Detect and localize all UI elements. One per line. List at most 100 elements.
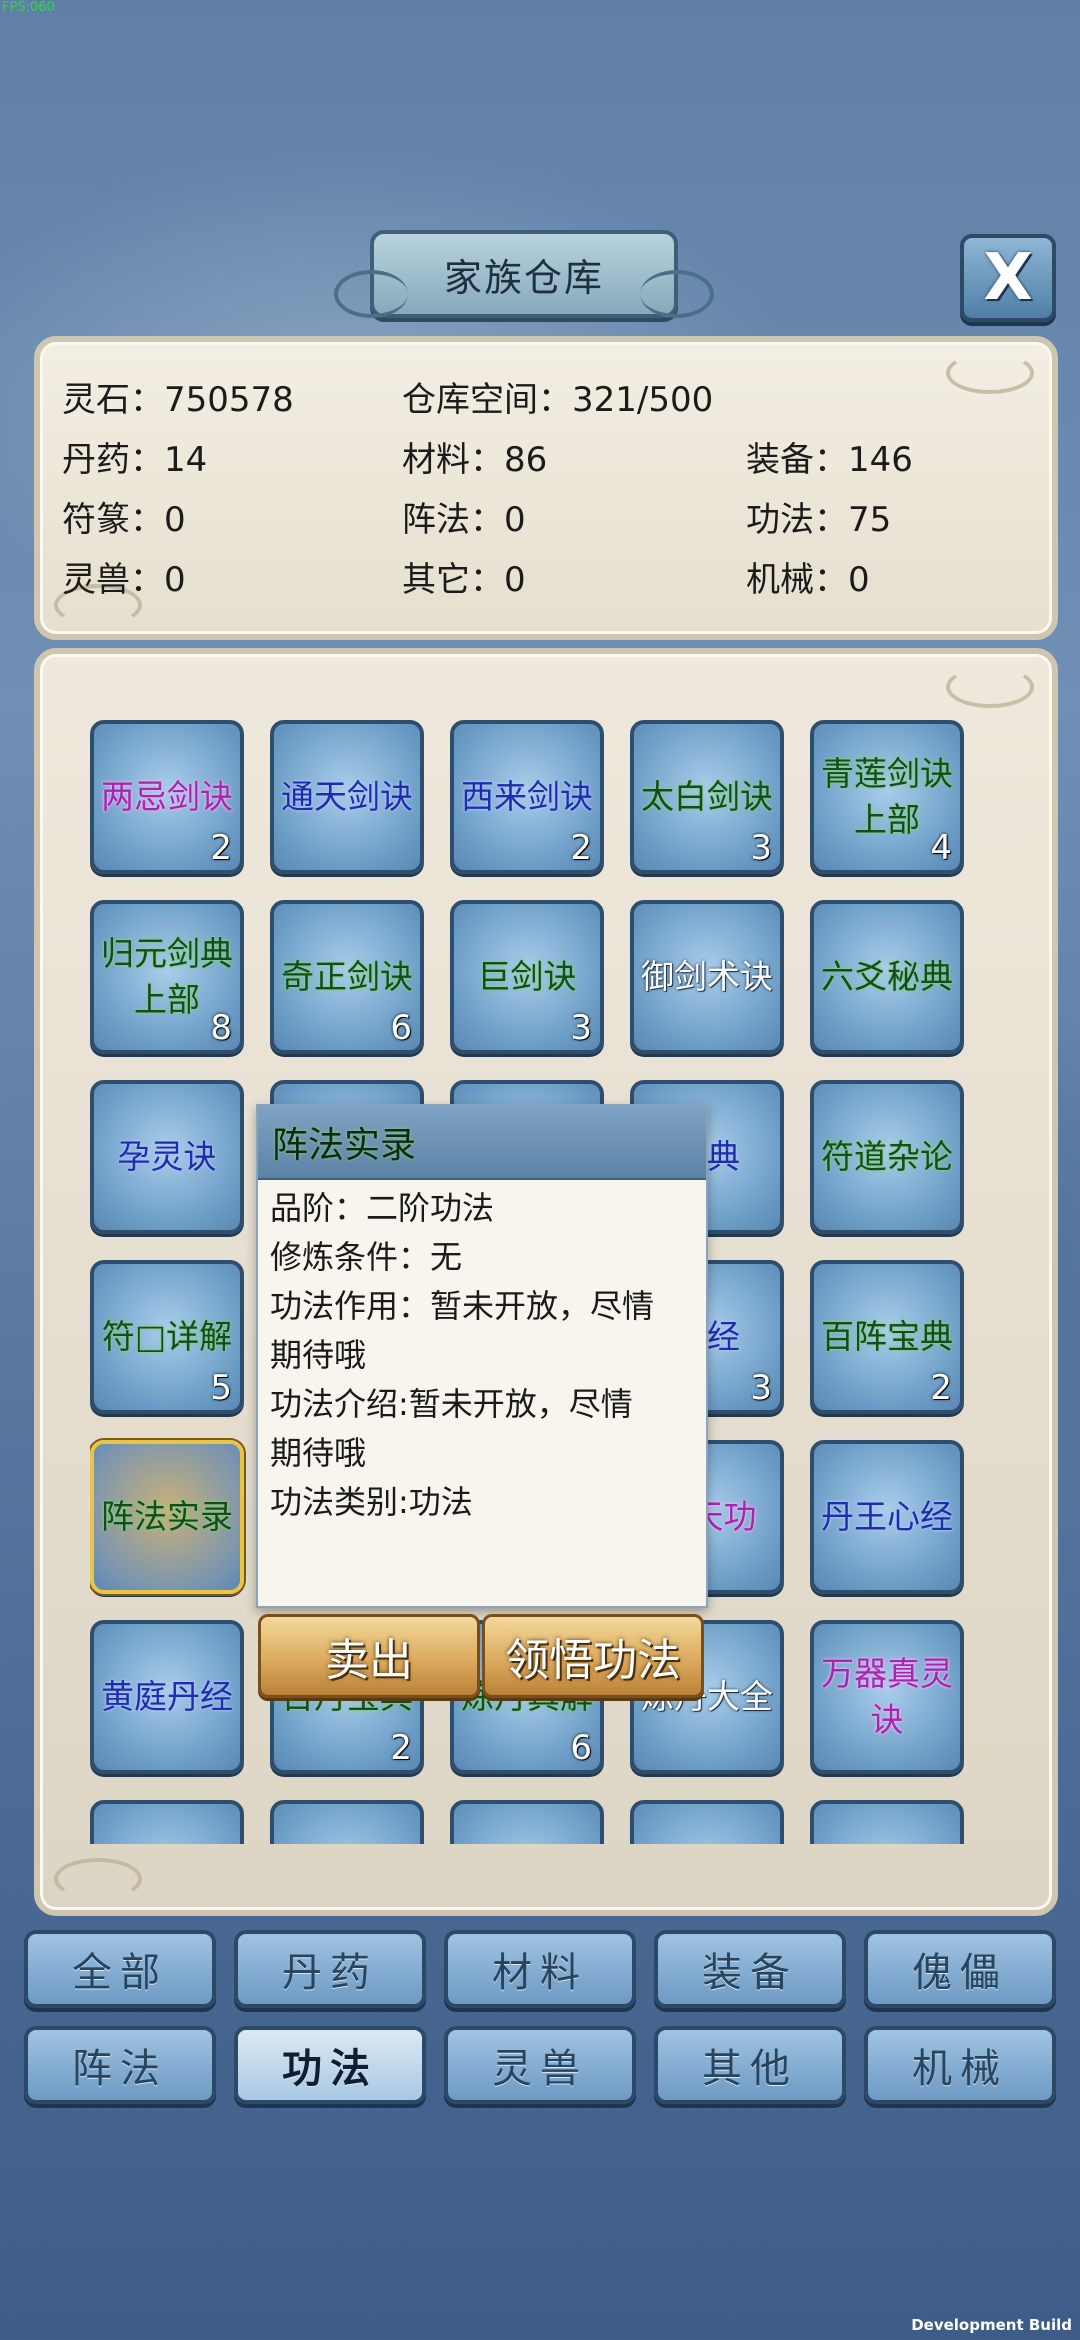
tooltip-requirement: 修炼条件：无 (270, 1238, 463, 1276)
category-tab-label: 机械 (912, 2046, 1008, 2092)
category-tab[interactable]: 丹药 (234, 1930, 426, 2008)
item-quantity: 6 (390, 1008, 412, 1048)
item-slot[interactable]: 奇正剑诀 6 (270, 900, 424, 1054)
learn-skill-button[interactable]: 领悟功法 (482, 1614, 704, 1698)
tooltip-title: 阵法实录 (272, 1125, 417, 1166)
tooltip-intro: 功法介绍:暂未开放，尽情 (270, 1385, 633, 1423)
item-quantity: 5 (210, 1368, 232, 1408)
item-slot[interactable]: 百阵宝典 2 (810, 1260, 964, 1414)
cloud-ornament-right (640, 270, 714, 318)
item-quantity: 3 (750, 1368, 772, 1408)
stat-zhenfa: 阵法：0 (402, 500, 526, 540)
category-tab-label: 材料 (492, 1950, 588, 1996)
stat-lingshou: 灵兽：0 (62, 560, 186, 600)
category-tab[interactable]: 阵法 (24, 2026, 216, 2104)
item-slot[interactable]: 黄庭丹经 (90, 1620, 244, 1774)
sell-button[interactable]: 卖出 (258, 1614, 480, 1698)
item-slot[interactable]: 符道杂论 (810, 1080, 964, 1234)
dev-build-label: Development Build (911, 2316, 1072, 2334)
item-quantity: 2 (570, 828, 592, 868)
stat-gongfa: 功法：75 (746, 500, 892, 540)
stat-jixie: 机械：0 (746, 560, 870, 600)
category-tab-label: 装备 (702, 1950, 798, 1996)
category-tab[interactable]: 全部 (24, 1930, 216, 2008)
cloud-ornament (946, 666, 1034, 708)
item-slot[interactable]: 万器真灵诀 (810, 1620, 964, 1774)
item-name: 御剑术诀 (641, 957, 773, 996)
category-tab[interactable]: 傀儡 (864, 1930, 1056, 2008)
item-name: 丹王心经 (821, 1497, 953, 1536)
category-tab-label: 阵法 (72, 2046, 168, 2092)
item-slot[interactable] (270, 1800, 424, 1844)
cloud-ornament (946, 352, 1034, 394)
close-button[interactable]: X (960, 234, 1056, 322)
close-icon: X (983, 241, 1033, 315)
item-quantity: 2 (930, 1368, 952, 1408)
category-tab-label: 功法 (282, 2046, 378, 2092)
item-slot[interactable]: 御剑术诀 (630, 900, 784, 1054)
item-quantity: 3 (750, 828, 772, 868)
stat-cailiao: 材料：86 (402, 440, 548, 480)
item-slot[interactable]: 归元剑典上部 8 (90, 900, 244, 1054)
item-quantity: 4 (930, 828, 952, 868)
item-name: 黄庭丹经 (101, 1677, 233, 1716)
title-banner: 家族仓库 (334, 230, 714, 318)
item-name: 通天剑诀 (281, 777, 413, 816)
item-slot[interactable]: 六爻秘典 (810, 900, 964, 1054)
item-name: 符道杂论 (821, 1137, 953, 1176)
learn-skill-button-label: 领悟功法 (505, 1635, 681, 1686)
tooltip-category: 功法类别:功法 (270, 1483, 473, 1521)
stat-zhuangbei: 装备：146 (746, 440, 913, 480)
item-slot[interactable]: 青莲剑诀上部 4 (810, 720, 964, 874)
item-name: 万器真灵诀 (821, 1654, 953, 1739)
item-slot[interactable] (630, 1800, 784, 1844)
category-tab[interactable]: 材料 (444, 1930, 636, 2008)
category-tab-label: 全部 (72, 1950, 168, 1996)
stats-panel: 灵石：750578 仓库空间：321/500 丹药：14 材料：86 装备：14… (34, 336, 1058, 640)
stat-danyao: 丹药：14 (62, 440, 208, 480)
item-name: 阵法实录 (101, 1497, 233, 1536)
tooltip-effect: 功法作用：暂未开放，尽情 (270, 1287, 655, 1325)
stat-qita: 其它：0 (402, 560, 526, 600)
item-slot[interactable]: 丹王心经 (810, 1440, 964, 1594)
item-slot[interactable]: 太白剑诀 3 (630, 720, 784, 874)
item-quantity: 2 (210, 828, 232, 868)
category-tab[interactable]: 机械 (864, 2026, 1056, 2104)
stat-warehouse-space: 仓库空间：321/500 (402, 380, 714, 420)
category-tab[interactable]: 其他 (654, 2026, 846, 2104)
category-tab-label: 傀儡 (912, 1950, 1008, 1996)
stat-fuzhuan: 符篆：0 (62, 500, 186, 540)
item-slot[interactable] (810, 1800, 964, 1844)
fps-counter: FPS:060 (2, 0, 55, 15)
category-tab[interactable]: 装备 (654, 1930, 846, 2008)
tooltip-effect-cont: 期待哦 (270, 1336, 367, 1374)
item-quantity: 6 (570, 1728, 592, 1768)
category-tab[interactable]: 灵兽 (444, 2026, 636, 2104)
stat-lingshi: 灵石：750578 (62, 380, 294, 420)
item-slot[interactable]: 巨剑诀 3 (450, 900, 604, 1054)
item-slot[interactable] (450, 1800, 604, 1844)
sell-button-label: 卖出 (325, 1635, 413, 1686)
item-name: 孕灵诀 (117, 1137, 217, 1176)
item-slot[interactable]: 孕灵诀 (90, 1080, 244, 1234)
page-title: 家族仓库 (443, 255, 604, 300)
item-quantity: 8 (210, 1008, 232, 1048)
tooltip-intro-cont: 期待哦 (270, 1434, 367, 1472)
item-quantity: 2 (390, 1728, 412, 1768)
item-tooltip: 阵法实录 品阶：二阶功法 修炼条件：无 功法作用：暂未开放，尽情 期待哦 功法介… (256, 1104, 708, 1608)
item-slot[interactable] (90, 1800, 244, 1844)
category-tab-label: 其他 (702, 2046, 798, 2092)
tooltip-grade: 品阶：二阶功法 (270, 1189, 495, 1227)
item-slot[interactable]: 符□详解 5 (90, 1260, 244, 1414)
item-quantity: 3 (570, 1008, 592, 1048)
category-tab-label: 丹药 (282, 1950, 378, 1996)
item-slot[interactable]: 阵法实录 (90, 1440, 244, 1594)
item-name: 六爻秘典 (821, 957, 953, 996)
item-slot[interactable]: 两忌剑诀 2 (90, 720, 244, 874)
item-slot[interactable]: 西来剑诀 2 (450, 720, 604, 874)
cloud-ornament-left (334, 270, 408, 318)
tooltip-header: 阵法实录 (258, 1106, 706, 1180)
cloud-ornament (54, 1858, 142, 1900)
item-slot[interactable]: 通天剑诀 (270, 720, 424, 874)
category-tab[interactable]: 功法 (234, 2026, 426, 2104)
